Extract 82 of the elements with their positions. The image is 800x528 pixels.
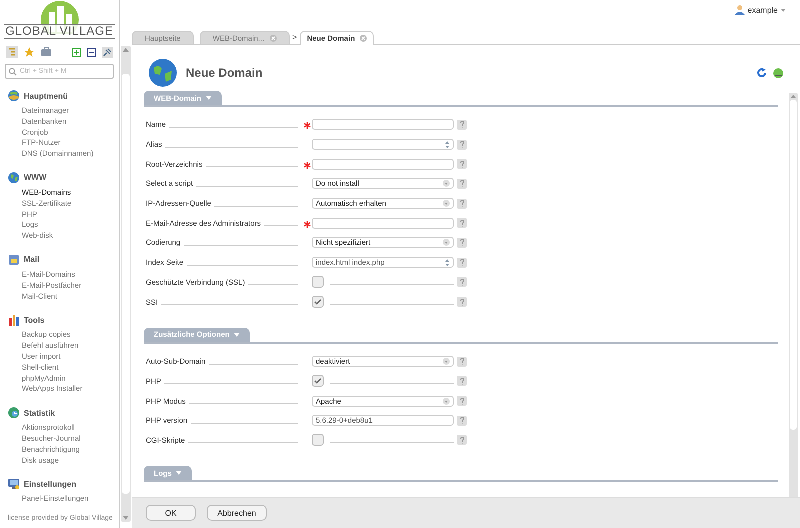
menu-heading[interactable]: Statistik xyxy=(24,408,56,418)
search-icon xyxy=(9,68,17,76)
tree-icon[interactable] xyxy=(6,46,18,58)
scrollbar[interactable] xyxy=(121,46,131,522)
help-icon xyxy=(460,398,464,405)
help-icon xyxy=(460,436,464,444)
input-field[interactable] xyxy=(312,218,454,229)
collapse-icon[interactable] xyxy=(87,48,96,56)
help-button[interactable] xyxy=(457,218,467,228)
help-icon xyxy=(460,141,464,148)
help-icon xyxy=(460,180,464,188)
menu-heading[interactable]: Einstellungen xyxy=(24,480,76,489)
help-button[interactable] xyxy=(457,356,467,367)
logo-text: GLOBAL VILLAGE xyxy=(4,24,116,39)
checkbox[interactable] xyxy=(312,434,324,446)
checkmark-icon xyxy=(314,299,322,306)
breadcrumb-separator: > xyxy=(292,32,298,42)
help-button[interactable] xyxy=(457,140,467,150)
menu-heading[interactable]: WWW xyxy=(24,173,47,182)
spinner-icon[interactable] xyxy=(445,258,450,267)
caret-icon[interactable] xyxy=(443,398,450,405)
action-button[interactable]: OK xyxy=(146,505,196,521)
up-arrow-icon xyxy=(791,95,796,98)
tools-icon xyxy=(8,314,20,326)
caret-icon[interactable] xyxy=(443,358,450,366)
action-button[interactable]: Abbrechen xyxy=(207,505,267,521)
pin-icon[interactable] xyxy=(102,46,113,58)
help-icon xyxy=(460,121,464,128)
user-name[interactable]: example xyxy=(748,6,778,14)
help-button[interactable] xyxy=(457,120,467,130)
help-button[interactable] xyxy=(457,297,467,308)
checkbox[interactable] xyxy=(312,276,324,288)
help-button[interactable] xyxy=(457,416,467,426)
input-field[interactable] xyxy=(312,158,454,170)
checkbox[interactable] xyxy=(312,375,324,388)
caret-icon[interactable] xyxy=(443,200,450,208)
user-icon xyxy=(734,5,745,15)
help-icon xyxy=(460,298,464,306)
monitor-icon xyxy=(8,478,20,490)
caret-icon[interactable] xyxy=(443,180,450,188)
help-button[interactable] xyxy=(457,277,467,288)
caret-icon[interactable] xyxy=(234,332,240,337)
help-button[interactable] xyxy=(457,238,467,248)
refresh-icon[interactable] xyxy=(757,68,767,78)
help-icon xyxy=(460,417,464,424)
help-icon xyxy=(460,239,464,246)
close-icon[interactable] xyxy=(270,34,277,42)
help-button[interactable] xyxy=(457,178,467,189)
caret-icon[interactable] xyxy=(206,96,212,100)
caret-icon[interactable] xyxy=(176,471,182,476)
menu-heading[interactable]: Hauptmenü xyxy=(24,92,68,100)
menu-heading[interactable]: Tools xyxy=(24,316,45,325)
scrollbar[interactable] xyxy=(789,93,798,497)
expand-icon[interactable] xyxy=(72,48,81,56)
input-field[interactable] xyxy=(312,139,454,150)
menu-heading[interactable]: Mail xyxy=(24,255,40,264)
help-button[interactable] xyxy=(457,435,467,446)
help-icon xyxy=(460,378,464,385)
up-arrow-icon xyxy=(123,48,129,52)
down-arrow-icon xyxy=(123,516,129,520)
help-icon xyxy=(460,200,464,208)
help-button[interactable] xyxy=(457,198,467,209)
checkbox[interactable] xyxy=(312,296,324,308)
help-icon xyxy=(460,259,464,266)
close-icon[interactable] xyxy=(360,35,368,42)
page-title: Neue Domain xyxy=(186,66,264,80)
help-icon xyxy=(460,160,464,168)
help-icon xyxy=(460,278,464,286)
star-icon[interactable] xyxy=(24,46,35,58)
spinner-icon[interactable] xyxy=(445,140,450,149)
help-button[interactable] xyxy=(457,396,467,406)
help-icon xyxy=(460,220,464,227)
caret-icon[interactable] xyxy=(781,8,786,12)
briefcase-icon[interactable] xyxy=(41,47,52,57)
help-button[interactable] xyxy=(457,258,467,268)
mailbox-icon xyxy=(8,254,20,266)
checkmark-icon xyxy=(314,378,322,384)
help-icon xyxy=(460,358,464,366)
help-button[interactable] xyxy=(457,159,467,170)
input-field[interactable] xyxy=(312,119,454,130)
help-button[interactable] xyxy=(457,376,467,386)
caret-icon[interactable] xyxy=(443,239,450,246)
